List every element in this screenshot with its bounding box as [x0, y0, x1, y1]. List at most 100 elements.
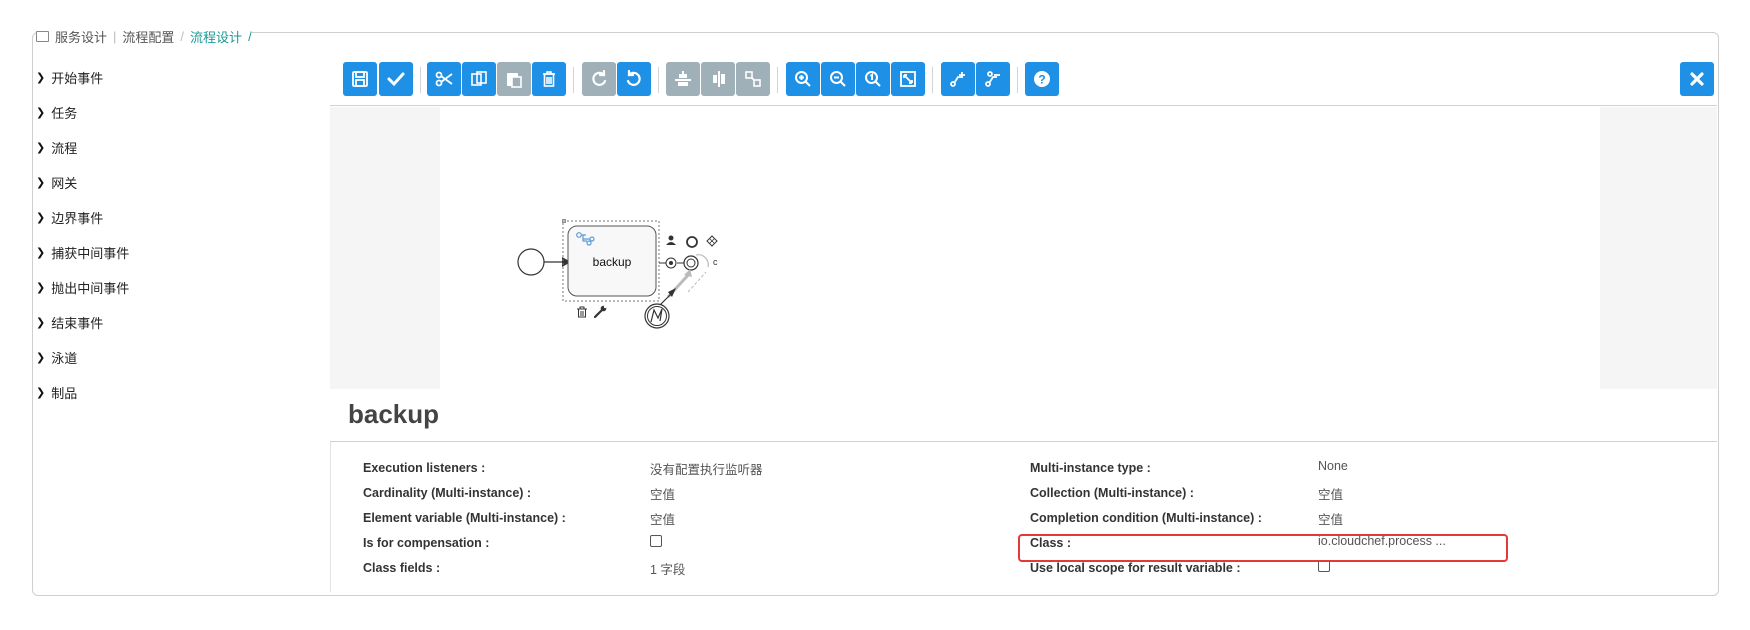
prop-multi-instance-type-value[interactable]: None	[1318, 459, 1348, 473]
toolbar-separator	[777, 67, 778, 93]
palette-group-label: 流程	[51, 141, 78, 156]
toolbar-separator	[1017, 67, 1018, 93]
prop-element-variable-value[interactable]: 空值	[650, 509, 675, 528]
prop-element-variable-label: Element variable (Multi-instance) :	[363, 511, 566, 525]
palette-group-label: 捕获中间事件	[51, 246, 130, 261]
palette-group-catch-events[interactable]: ❯ 捕获中间事件	[36, 235, 326, 270]
palette-group-end-events[interactable]: ❯ 结束事件	[36, 305, 326, 340]
zoom-out-button[interactable]	[821, 62, 855, 96]
palette-group-label: 结束事件	[51, 316, 104, 331]
bpmn-diagram: backup c	[517, 219, 718, 329]
palette-group-artifacts[interactable]: ❯ 制品	[36, 375, 326, 410]
prop-multi-instance-type-label: Multi-instance type :	[1030, 461, 1151, 475]
help-icon: ?	[1034, 71, 1050, 87]
end-event-shortcut-icon[interactable]	[686, 236, 698, 248]
palette-group-swimlanes[interactable]: ❯ 泳道	[36, 340, 326, 375]
palette-group-gateways[interactable]: ❯ 网关	[36, 165, 326, 200]
chevron-right-icon: ❯	[36, 142, 46, 154]
palette-group-label: 边界事件	[51, 211, 104, 226]
add-bendpoint-icon	[950, 72, 965, 87]
breadcrumb-item-service-design[interactable]: 服务设计	[55, 28, 107, 45]
zoom-fit-button[interactable]	[891, 62, 925, 96]
zoom-fit-icon	[900, 71, 916, 87]
remove-bendpoint-icon	[985, 71, 1000, 87]
copy-button[interactable]	[462, 62, 496, 96]
palette-group-throw-events[interactable]: ❯ 抛出中间事件	[36, 270, 326, 305]
align-horizontal-button[interactable]	[666, 62, 700, 96]
palette-group-label: 制品	[51, 386, 78, 401]
close-icon	[1690, 72, 1704, 86]
same-size-button[interactable]	[736, 62, 770, 96]
toolbar-separator	[573, 67, 574, 93]
chevron-right-icon: ❯	[36, 317, 46, 329]
checkbox[interactable]	[650, 535, 662, 547]
redo-button[interactable]	[582, 62, 616, 96]
palette-group-label: 任务	[51, 106, 78, 121]
same-size-icon	[745, 71, 761, 87]
toolbar-separator	[420, 67, 421, 93]
palette-group-start-events[interactable]: ❯ 开始事件	[36, 60, 326, 95]
delete-icon	[543, 71, 555, 87]
process-editor: ? backup c backup Execution listeners: …	[330, 33, 1717, 595]
zoom-actual-button[interactable]	[856, 62, 890, 96]
toolbar-separator	[658, 67, 659, 93]
undo-icon	[626, 69, 641, 86]
breadcrumb-item-process-design: 流程设计	[190, 29, 243, 45]
add-bendpoint-button[interactable]	[941, 62, 975, 96]
chevron-right-icon: ❯	[36, 247, 46, 259]
prop-use-local-scope-label: Use local scope for result variable :	[1030, 561, 1241, 575]
breadcrumb-separator: /	[180, 28, 185, 44]
prop-is-for-compensation-checkbox[interactable]	[650, 535, 662, 550]
chevron-right-icon: ❯	[36, 352, 46, 364]
toolbar-separator	[932, 67, 933, 93]
prop-cardinality-label: Cardinality (Multi-instance) :	[363, 486, 532, 500]
delete-button[interactable]	[532, 62, 566, 96]
prop-completion-condition-label: Completion condition (Multi-instance) :	[1030, 511, 1262, 525]
remove-bendpoint-button[interactable]	[976, 62, 1010, 96]
breadcrumb-separator: |	[113, 28, 117, 44]
close-editor-button[interactable]	[1680, 62, 1714, 96]
help-button[interactable]: ?	[1025, 62, 1059, 96]
intermediate-event-dot	[669, 261, 673, 265]
connector-marker-label: c	[713, 257, 718, 267]
save-button[interactable]	[343, 62, 377, 96]
validate-button[interactable]	[379, 62, 413, 96]
prop-execution-listeners-value[interactable]: 没有配置执行监听器	[650, 459, 763, 478]
zoom-in-button[interactable]	[786, 62, 820, 96]
breadcrumb-item-process-config[interactable]: 流程配置	[122, 28, 174, 45]
breadcrumb: 服务设计 | 流程配置 / 流程设计 /	[36, 28, 252, 44]
chevron-right-icon: ❯	[36, 107, 46, 119]
align-vertical-icon	[713, 71, 725, 87]
cut-button[interactable]	[427, 62, 461, 96]
align-horizontal-icon	[675, 71, 691, 86]
validate-icon	[387, 72, 405, 87]
palette-group-label: 泳道	[51, 351, 78, 366]
gateway-shortcut-icon[interactable]	[706, 235, 718, 247]
prop-cardinality-value[interactable]: 空值	[650, 484, 675, 503]
align-vertical-button[interactable]	[701, 62, 735, 96]
paste-button[interactable]	[497, 62, 531, 96]
palette-group-processes[interactable]: ❯ 流程	[36, 130, 326, 165]
properties-divider	[330, 441, 1717, 442]
class-property-highlight	[1018, 534, 1508, 562]
prop-collection-value[interactable]: 空值	[1318, 484, 1343, 503]
palette-group-boundary-events[interactable]: ❯ 边界事件	[36, 200, 326, 235]
wrench-icon[interactable]	[593, 305, 607, 319]
chevron-right-icon: ❯	[36, 212, 46, 224]
user-task-shortcut-icon[interactable]	[666, 235, 676, 246]
palette-group-tasks[interactable]: ❯ 任务	[36, 95, 326, 130]
undo-button[interactable]	[617, 62, 651, 96]
prop-completion-condition-value[interactable]: 空值	[1318, 509, 1343, 528]
start-event[interactable]	[517, 248, 545, 276]
chevron-right-icon: ❯	[36, 177, 46, 189]
text-annotation-inner	[686, 258, 696, 268]
image-icon	[36, 30, 49, 42]
delete-element-icon[interactable]	[577, 306, 587, 318]
prop-use-local-scope-checkbox[interactable]	[1318, 560, 1330, 575]
palette-group-label: 抛出中间事件	[51, 281, 130, 296]
prop-class-fields-value[interactable]: 1 字段	[650, 559, 685, 578]
prop-is-for-compensation-label: Is for compensation :	[363, 536, 490, 550]
copy-icon	[471, 71, 487, 86]
diagram-canvas[interactable]: backup c	[440, 107, 1600, 389]
text-annotation-shortcut-icon[interactable]	[683, 255, 699, 271]
